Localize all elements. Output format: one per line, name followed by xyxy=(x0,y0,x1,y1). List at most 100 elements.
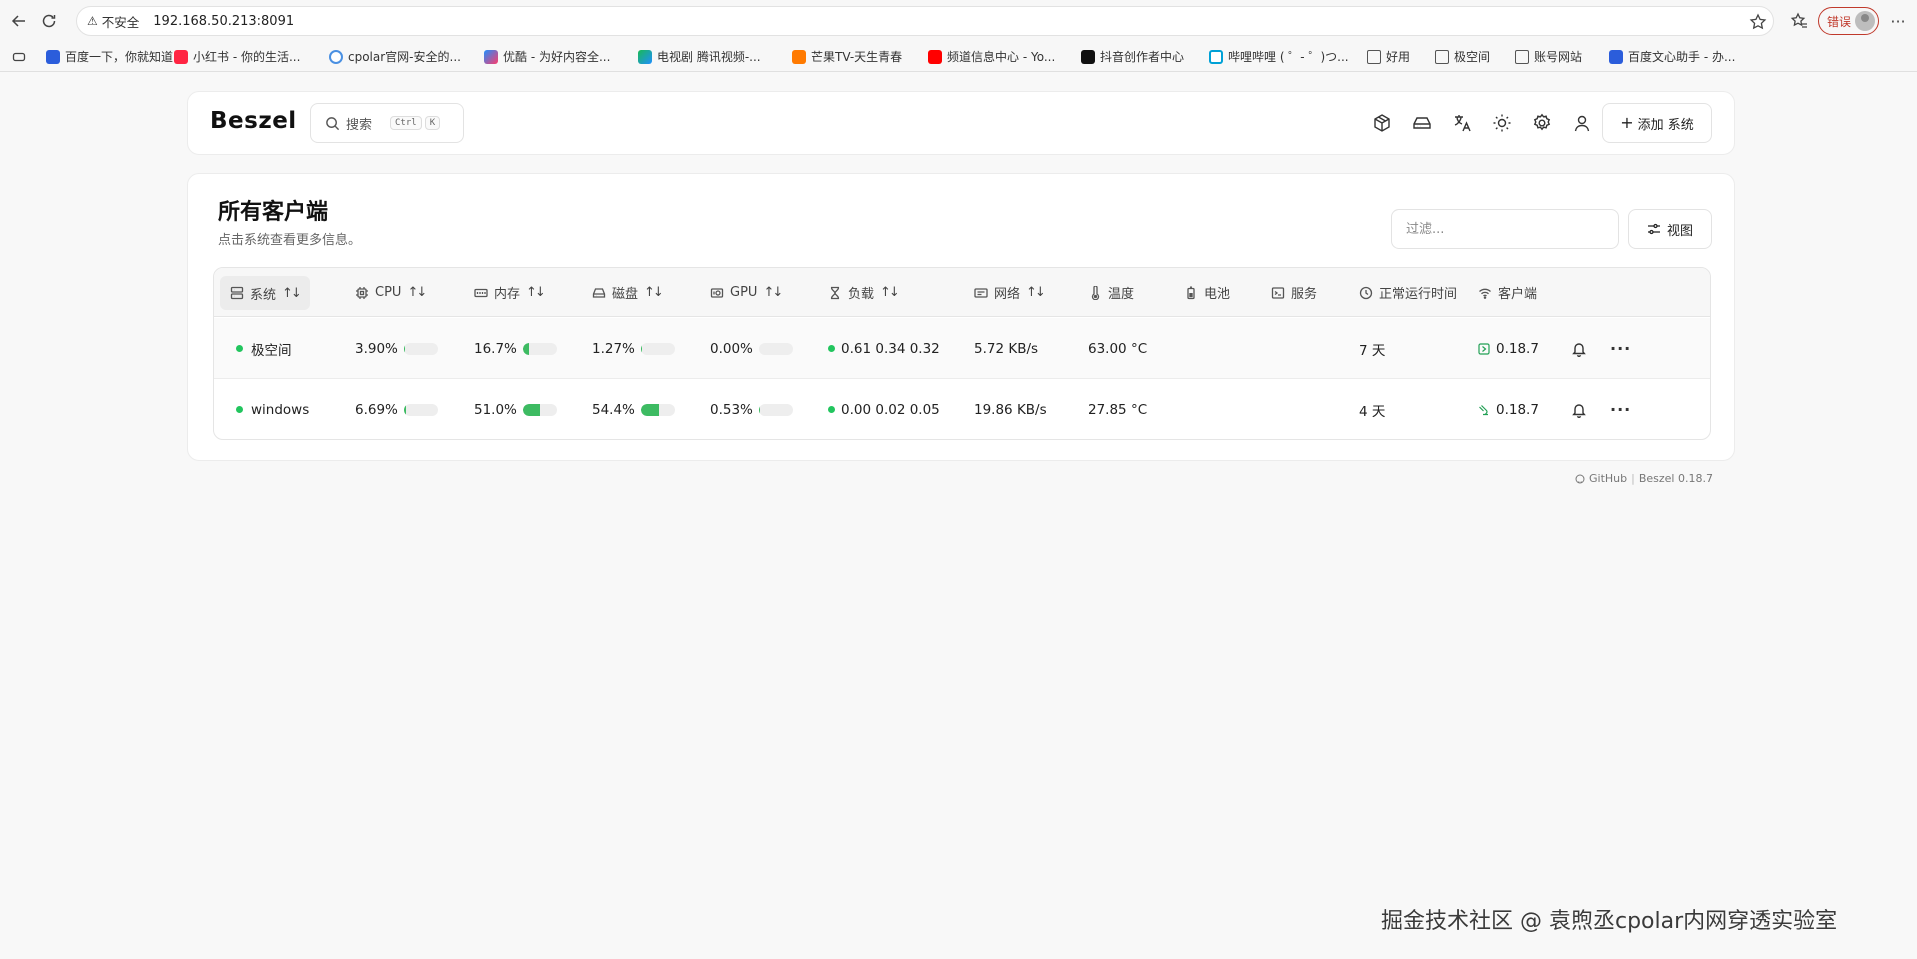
col-disk[interactable]: 磁盘 ↑↓ xyxy=(592,268,664,317)
status-dot xyxy=(236,345,243,352)
view-button[interactable]: 视图 xyxy=(1628,209,1712,249)
disk-bar xyxy=(640,403,675,416)
youtube-icon xyxy=(928,49,942,64)
status-dot xyxy=(236,406,243,413)
table-row[interactable]: 极空间 3.90% 16.7% 1.27% 0.00% 0.61 0.34 0.… xyxy=(214,318,1710,379)
add-system-button[interactable]: + 添加 系统 xyxy=(1602,103,1712,143)
disk-icon[interactable] xyxy=(1412,113,1432,133)
bookmark-item[interactable]: 芒果TV-天生青春 xyxy=(792,48,928,65)
kbd-ctrl: Ctrl xyxy=(390,116,422,130)
system-name: windows xyxy=(251,401,310,418)
sun-icon[interactable] xyxy=(1492,113,1512,133)
bookmark-folder[interactable]: 好用 xyxy=(1367,48,1435,65)
shortcut-hint: Ctrl K xyxy=(390,116,441,130)
col-network[interactable]: 网络 ↑↓ xyxy=(974,268,1046,317)
view-label: 视图 xyxy=(1666,223,1693,239)
col-agent[interactable]: 客户端 xyxy=(1478,268,1537,317)
cpu-bar xyxy=(403,403,438,416)
agent-websocket-icon xyxy=(1479,404,1488,415)
gpu-cell: 0.00% xyxy=(710,318,793,379)
back-button[interactable] xyxy=(4,6,34,36)
logo[interactable]: Beszel xyxy=(210,108,297,134)
system-cell[interactable]: windows xyxy=(236,379,310,439)
bilibili-icon xyxy=(1209,49,1223,64)
bookmark-item[interactable]: 百度文心助手 - 办... xyxy=(1609,48,1735,65)
system-cell[interactable]: 极空间 xyxy=(236,318,292,379)
error-label: 错误 xyxy=(1826,14,1851,29)
system-name: 极空间 xyxy=(251,342,292,359)
collections-icon[interactable] xyxy=(12,50,46,64)
sliders-icon xyxy=(1647,223,1660,235)
browser-menu-icon[interactable]: ··· xyxy=(1887,12,1909,31)
bookmark-item[interactable]: 小红书 - 你的生活... xyxy=(174,48,329,65)
col-services[interactable]: 服务 xyxy=(1271,268,1317,317)
bookmark-item[interactable]: 电视剧 腾讯视频-... xyxy=(638,48,792,65)
more-actions-button[interactable]: ··· xyxy=(1610,318,1631,379)
baidu-icon xyxy=(46,49,60,64)
search-label: 搜索 xyxy=(346,117,373,133)
user-icon[interactable] xyxy=(1572,113,1592,133)
alerts-button[interactable] xyxy=(1571,318,1587,379)
kbd-k: K xyxy=(424,116,441,130)
language-icon[interactable] xyxy=(1452,113,1472,133)
plus-icon: + xyxy=(1620,113,1634,132)
github-icon xyxy=(1575,474,1585,483)
col-memory[interactable]: 内存 ↑↓ xyxy=(474,268,546,317)
systems-table: 系统 ↑↓ CPU ↑↓ 内存 ↑↓ 磁盘 ↑↓ GPU ↑↓ 负载 ↑↓ 网络… xyxy=(213,267,1711,440)
bookmark-item[interactable]: 抖音创作者中心 xyxy=(1081,48,1209,65)
bookmark-item[interactable]: cpolar官网-安全的... xyxy=(329,48,484,65)
page-content: Beszel 搜索 Ctrl K + 添加 系统 所有客户端 点击系统查看更多信… xyxy=(3,73,1917,959)
col-cpu[interactable]: CPU ↑↓ xyxy=(355,268,427,317)
col-battery[interactable]: 电池 xyxy=(1184,268,1230,317)
cpu-icon xyxy=(356,286,368,299)
load-status-dot xyxy=(828,345,835,352)
sort-icon: ↑↓ xyxy=(880,285,900,300)
disk-cell: 1.27% xyxy=(592,318,675,379)
xiaohongshu-icon xyxy=(174,49,188,64)
search-button[interactable]: 搜索 Ctrl K xyxy=(310,103,464,143)
url-text[interactable]: 192.168.50.213:8091 xyxy=(153,14,294,29)
address-bar[interactable]: ⚠ 不安全 192.168.50.213:8091 xyxy=(76,6,1774,36)
bell-icon xyxy=(1572,342,1586,357)
memory-cell: 16.7% xyxy=(474,318,557,379)
more-actions-button[interactable]: ··· xyxy=(1610,379,1631,439)
version-link[interactable]: Beszel 0.18.7 xyxy=(1639,472,1713,485)
bookmark-item[interactable]: 频道信息中心 - Yo... xyxy=(928,48,1081,65)
profile-error-button[interactable]: 错误 xyxy=(1817,7,1879,35)
bookmark-item[interactable]: 哔哩哔哩 ( ゜- ゜)つ... xyxy=(1209,48,1367,65)
network-cell: 5.72 KB/s xyxy=(974,340,1039,357)
systems-card: 所有客户端 点击系统查看更多信息。 视图 系统 ↑↓ CPU ↑↓ xyxy=(187,173,1735,461)
network-icon xyxy=(974,287,988,298)
favorites-icon[interactable] xyxy=(1788,10,1810,32)
table-row[interactable]: windows 6.69% 51.0% 54.4% 0.53% 0.00 0.0… xyxy=(214,379,1710,439)
bookmark-folder[interactable]: 极空间 xyxy=(1435,48,1515,65)
reload-button[interactable] xyxy=(34,6,64,36)
col-uptime[interactable]: 正常运行时间 xyxy=(1359,268,1457,317)
bell-icon xyxy=(1572,403,1586,418)
app-header: Beszel 搜索 Ctrl K + 添加 系统 xyxy=(187,91,1735,155)
disk-icon xyxy=(592,287,606,298)
load-status-dot xyxy=(828,406,835,413)
folder-icon xyxy=(1435,49,1449,64)
star-icon[interactable] xyxy=(1749,13,1767,31)
gpu-bar xyxy=(758,342,793,355)
col-gpu[interactable]: GPU ↑↓ xyxy=(710,268,783,317)
bookmark-item[interactable]: 优酷 - 为好内容全... xyxy=(484,48,638,65)
sort-icon: ↑↓ xyxy=(526,285,546,300)
thermometer-icon xyxy=(1091,285,1100,300)
baidu-icon xyxy=(1609,49,1623,64)
bookmark-item[interactable]: 百度一下，你就知道 xyxy=(46,48,174,65)
mango-tv-icon xyxy=(792,49,806,64)
filter-input[interactable] xyxy=(1391,209,1619,249)
bookmark-folder[interactable]: 账号网站 xyxy=(1515,48,1609,65)
memory-bar xyxy=(522,342,557,355)
col-load[interactable]: 负载 ↑↓ xyxy=(828,268,900,317)
temperature-cell: 63.00 °C xyxy=(1088,340,1148,357)
github-link[interactable]: GitHub xyxy=(1589,472,1627,485)
gear-icon[interactable] xyxy=(1532,113,1552,133)
col-system[interactable]: 系统 ↑↓ xyxy=(220,276,310,310)
alerts-button[interactable] xyxy=(1571,379,1587,439)
cpu-cell: 3.90% xyxy=(355,318,438,379)
containers-icon[interactable] xyxy=(1372,113,1392,133)
col-temperature[interactable]: 温度 xyxy=(1088,268,1134,317)
